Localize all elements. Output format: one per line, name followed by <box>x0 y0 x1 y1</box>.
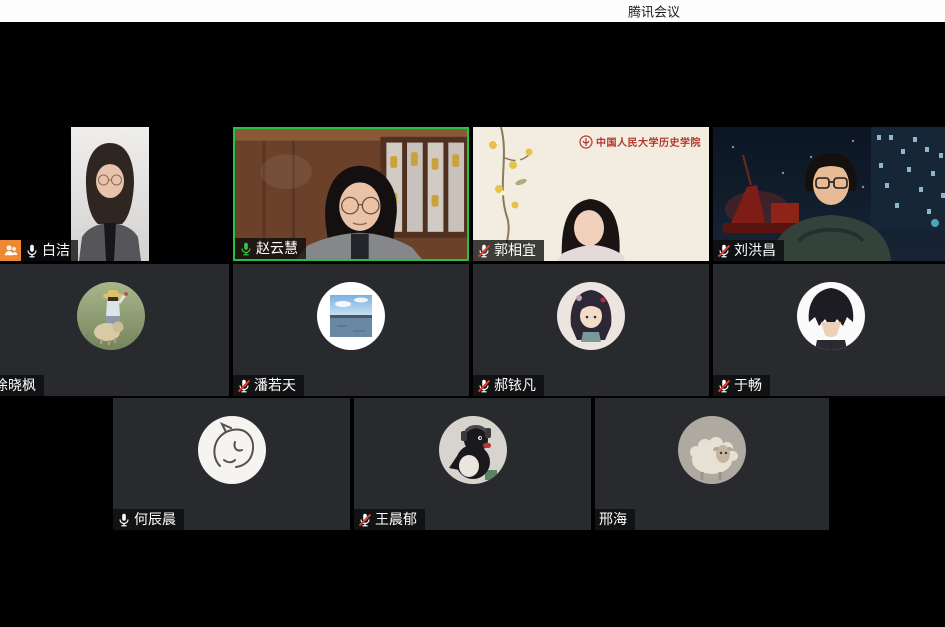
mic-muted-icon <box>476 243 492 259</box>
video-tile-baijie[interactable]: 白洁 <box>0 127 229 261</box>
participant-nameplate: 邢海 <box>595 509 635 530</box>
video-tile-xuxiaofeng[interactable]: 徐晓枫 <box>0 264 229 396</box>
video-tile-xinghai[interactable]: 邢海 <box>595 398 829 530</box>
mic-speaking-icon <box>238 241 254 257</box>
participant-name: 于畅 <box>734 375 762 396</box>
avatar-sheep <box>678 416 746 484</box>
participant-nameplate: 潘若天 <box>233 375 304 396</box>
video-tile-yuchang[interactable]: 于畅 <box>713 264 945 396</box>
avatar-girl-with-lamb <box>77 282 145 350</box>
video-tile-zhaoyunhui[interactable]: 赵云慧 <box>233 127 469 261</box>
participant-name: 邢海 <box>599 509 627 530</box>
background-banner: 中国人民大学历史学院 <box>579 134 701 149</box>
mic-on-icon <box>24 243 40 259</box>
participant-name: 郭相宜 <box>494 240 536 261</box>
member-badge <box>0 240 21 261</box>
mic-on-icon <box>116 512 132 528</box>
participant-nameplate: 刘洪昌 <box>713 240 784 261</box>
participant-name: 赵云慧 <box>256 238 298 259</box>
participant-name: 白洁 <box>42 240 70 261</box>
participant-name: 潘若天 <box>254 375 296 396</box>
participant-name: 郝铱凡 <box>494 375 536 396</box>
participant-name: 徐晓枫 <box>0 375 36 396</box>
participant-name: 王晨郁 <box>375 509 417 530</box>
video-tile-haoyifan[interactable]: 郝铱凡 <box>473 264 709 396</box>
webcam-video <box>71 127 149 261</box>
university-emblem-icon <box>579 135 593 149</box>
avatar-penguin-plush <box>439 416 507 484</box>
participant-nameplate: 徐晓枫 <box>0 375 44 396</box>
avatar-anime-girl <box>557 282 625 350</box>
mic-muted-icon <box>357 512 373 528</box>
participant-nameplate: 何辰晨 <box>113 509 184 530</box>
mic-muted-icon <box>716 378 732 394</box>
video-tile-guoxiangyi[interactable]: 中国人民大学历史学院 郭相宜 <box>473 127 709 261</box>
avatar-lake-photo <box>317 282 385 350</box>
participant-name: 刘洪昌 <box>734 240 776 261</box>
participant-nameplate: 于畅 <box>713 375 770 396</box>
mic-muted-icon <box>236 378 252 394</box>
video-tile-wangchenyu[interactable]: 王晨郁 <box>354 398 591 530</box>
participant-nameplate: 王晨郁 <box>354 509 425 530</box>
meeting-stage: 白洁 <box>0 22 945 627</box>
participant-nameplate: 赵云慧 <box>235 238 306 259</box>
avatar-anime-boy <box>797 282 865 350</box>
participant-nameplate: 白洁 <box>21 240 78 261</box>
mic-muted-icon <box>476 378 492 394</box>
mic-muted-icon <box>716 243 732 259</box>
video-tile-hechenchen[interactable]: 何辰晨 <box>113 398 350 530</box>
window-titlebar[interactable]: 腾讯会议 <box>0 0 945 22</box>
participant-nameplate: 郝铱凡 <box>473 375 544 396</box>
participant-name: 何辰晨 <box>134 509 176 530</box>
meeting-window: 腾讯会议 <box>0 0 945 627</box>
people-icon <box>3 243 18 258</box>
participant-nameplate: 郭相宜 <box>473 240 544 261</box>
avatar-line-art-cat <box>198 416 266 484</box>
background-text: 中国人民大学历史学院 <box>596 134 701 149</box>
video-tile-panruotian[interactable]: 潘若天 <box>233 264 469 396</box>
video-tile-liuhongchang[interactable]: 刘洪昌 <box>713 127 945 261</box>
window-title: 腾讯会议 <box>628 2 680 21</box>
